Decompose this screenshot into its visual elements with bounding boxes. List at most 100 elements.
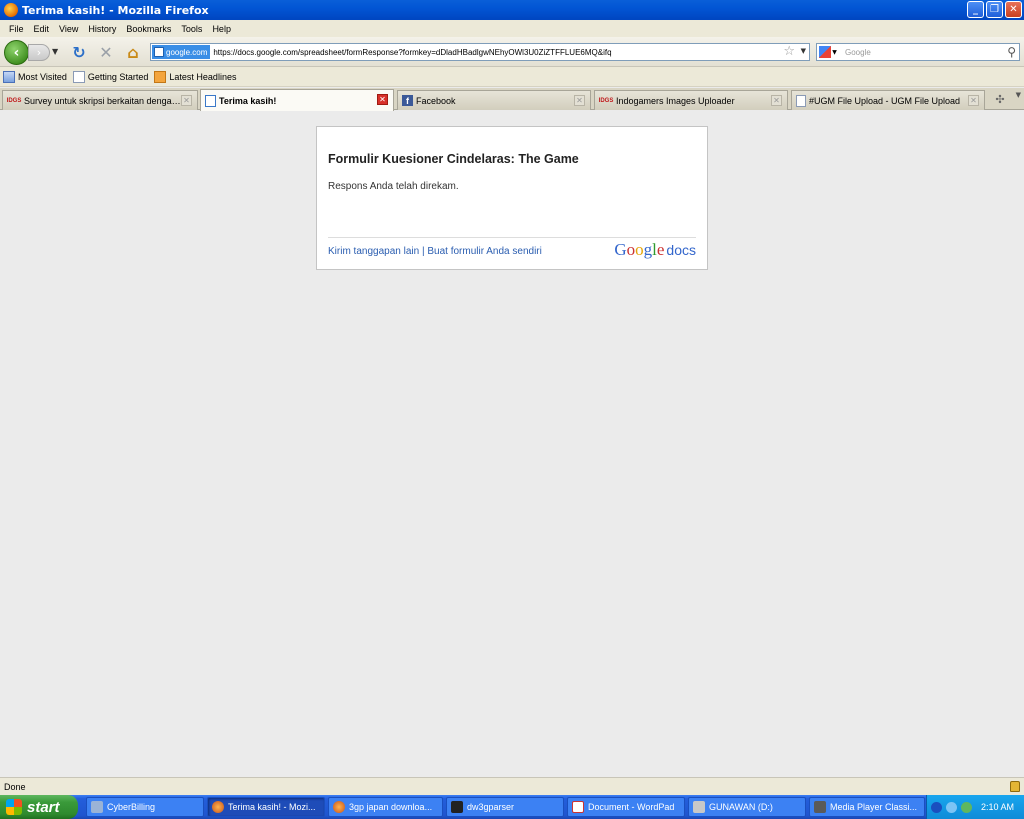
tab-ugm-file-upload[interactable]: #UGM File Upload - UGM File Upload ✕ xyxy=(791,90,985,110)
menu-tools[interactable]: Tools xyxy=(176,24,207,34)
search-input[interactable]: Google xyxy=(845,48,871,57)
close-tab-icon[interactable]: ✕ xyxy=(968,95,979,106)
menu-help[interactable]: Help xyxy=(207,24,236,34)
task-dw3gparser[interactable]: dw3gparser xyxy=(446,797,564,817)
bookmarks-toolbar: Most Visited Getting Started Latest Head… xyxy=(0,67,1024,87)
history-dropdown-icon[interactable]: ▼ xyxy=(52,47,58,56)
docs-wordmark: docs xyxy=(666,242,696,258)
firefox-icon xyxy=(333,801,345,813)
task-3gp-japan[interactable]: 3gp japan downloa... xyxy=(328,797,443,817)
task-wordpad[interactable]: Document - WordPad xyxy=(567,797,685,817)
tab-indogamers-uploader[interactable]: IDGS Indogamers Images Uploader ✕ xyxy=(594,90,788,110)
security-icon[interactable] xyxy=(961,801,972,813)
google-docs-icon xyxy=(205,94,216,107)
window-controls: _ ❐ ✕ xyxy=(967,1,1022,18)
tab-label: #UGM File Upload - UGM File Upload xyxy=(809,95,961,106)
task-label: GUNAWAN (D:) xyxy=(709,802,773,812)
card-divider xyxy=(328,237,696,238)
tab-survey[interactable]: IDGS Survey untuk skripsi berkaitan deng… xyxy=(2,90,198,110)
close-tab-icon[interactable]: ✕ xyxy=(771,95,782,106)
dw3gparser-icon xyxy=(451,801,463,813)
smart-folder-icon xyxy=(3,70,15,83)
reload-icon[interactable]: ↻ xyxy=(70,43,88,62)
start-label: start xyxy=(27,798,60,816)
menu-bookmarks[interactable]: Bookmarks xyxy=(121,24,176,34)
indogamers-icon: IDGS xyxy=(6,97,22,104)
tab-terima-kasih[interactable]: Terima kasih! ✕ xyxy=(200,89,394,111)
bookmark-latest-headlines[interactable]: Latest Headlines xyxy=(154,70,237,83)
restore-button[interactable]: ❐ xyxy=(986,1,1003,18)
task-firefox[interactable]: Terima kasih! - Mozi... xyxy=(207,797,325,817)
facebook-icon: f xyxy=(402,95,413,106)
tab-scroll-icon[interactable]: ✣ xyxy=(992,91,1008,107)
bookmark-label: Getting Started xyxy=(87,71,149,82)
search-bar[interactable]: ▼ Google ⚲ xyxy=(816,43,1020,61)
menu-bar: File Edit View History Bookmarks Tools H… xyxy=(0,20,1024,37)
close-tab-icon[interactable]: ✕ xyxy=(181,95,192,106)
task-label: CyberBilling xyxy=(107,802,156,812)
back-button[interactable]: ‹ xyxy=(4,40,29,65)
submit-another-link[interactable]: Kirim tanggapan lain xyxy=(328,246,419,257)
url-dropdown-icon[interactable]: ▼ xyxy=(801,47,806,55)
home-icon[interactable]: ⌂ xyxy=(124,43,142,62)
clock[interactable]: 2:10 AM xyxy=(981,802,1014,812)
rss-feed-icon xyxy=(154,70,167,83)
close-tab-icon[interactable]: ✕ xyxy=(377,94,388,105)
bookmark-getting-started[interactable]: Getting Started xyxy=(72,70,149,83)
tray-expand-icon[interactable] xyxy=(931,801,942,813)
task-label: 3gp japan downloa... xyxy=(349,802,433,812)
search-icon[interactable]: ⚲ xyxy=(1007,45,1016,59)
bookmark-label: Latest Headlines xyxy=(169,71,237,82)
menu-file[interactable]: File xyxy=(4,24,29,34)
navigation-toolbar: ‹ › ▼ ↻ ✕ ⌂ google.com https://docs.goog… xyxy=(0,37,1024,67)
stop-icon[interactable]: ✕ xyxy=(97,43,115,62)
page-content: Formulir Kuesioner Cindelaras: The Game … xyxy=(0,111,1024,777)
tab-label: Survey untuk skripsi berkaitan dengan... xyxy=(24,95,185,106)
task-cyberbilling[interactable]: CyberBilling xyxy=(86,797,204,817)
tab-facebook[interactable]: f Facebook ✕ xyxy=(397,90,591,110)
task-label: dw3gparser xyxy=(467,802,515,812)
menu-view[interactable]: View xyxy=(54,24,83,34)
minimize-button[interactable]: _ xyxy=(967,1,984,18)
windows-taskbar: start CyberBilling Terima kasih! - Mozi.… xyxy=(0,795,1024,819)
google-docs-logo[interactable]: Google docs xyxy=(614,240,696,260)
window-titlebar[interactable]: Terima kasih! - Mozilla Firefox _ ❐ ✕ xyxy=(0,0,1024,20)
media-player-icon xyxy=(814,801,826,813)
menu-edit[interactable]: Edit xyxy=(29,24,55,34)
site-lock-icon xyxy=(154,47,164,57)
link-separator: | xyxy=(421,246,425,257)
forward-button[interactable]: › xyxy=(28,44,50,61)
status-bar: Done xyxy=(0,777,1024,795)
start-button[interactable]: start xyxy=(0,795,78,819)
menu-history[interactable]: History xyxy=(83,24,121,34)
task-label: Media Player Classi... xyxy=(830,802,918,812)
close-tab-icon[interactable]: ✕ xyxy=(574,95,585,106)
create-own-form-link[interactable]: Buat formulir Anda sendiri xyxy=(427,246,542,257)
site-identity-button[interactable]: google.com xyxy=(152,45,211,59)
windows-flag-icon xyxy=(6,799,22,815)
tab-strip: IDGS Survey untuk skripsi berkaitan deng… xyxy=(0,88,1024,111)
url-text[interactable]: https://docs.google.com/spreadsheet/form… xyxy=(213,48,611,57)
page-icon xyxy=(796,94,806,107)
url-bar[interactable]: google.com https://docs.google.com/sprea… xyxy=(150,43,810,61)
task-media-player[interactable]: Media Player Classi... xyxy=(809,797,925,817)
network-icon[interactable] xyxy=(946,801,957,813)
tab-list-icon[interactable]: ▼ xyxy=(1016,91,1021,99)
task-gunawan-drive[interactable]: GUNAWAN (D:) xyxy=(688,797,806,817)
firefox-icon xyxy=(4,3,18,17)
page-icon xyxy=(72,70,85,83)
search-engine-button[interactable]: ▼ xyxy=(817,44,839,60)
form-response-card: Formulir Kuesioner Cindelaras: The Game … xyxy=(316,126,708,270)
indogamers-icon: IDGS xyxy=(598,97,614,104)
site-identity-label: google.com xyxy=(166,47,208,57)
tab-label: Facebook xyxy=(416,95,456,106)
secure-lock-icon[interactable] xyxy=(1010,781,1020,792)
form-title: Formulir Kuesioner Cindelaras: The Game xyxy=(328,152,579,166)
firefox-icon xyxy=(212,801,224,813)
bookmark-most-visited[interactable]: Most Visited xyxy=(3,70,67,83)
status-text: Done xyxy=(4,781,26,792)
cyberbilling-icon xyxy=(91,801,103,813)
tab-label: Terima kasih! xyxy=(219,95,277,106)
bookmark-star-icon[interactable]: ☆ xyxy=(783,44,795,59)
close-window-button[interactable]: ✕ xyxy=(1005,1,1022,18)
